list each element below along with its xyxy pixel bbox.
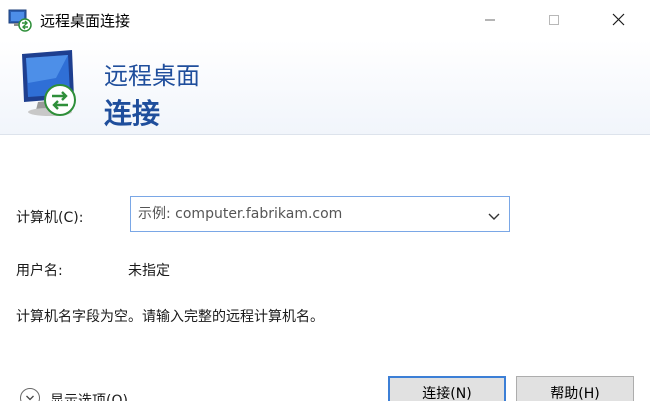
banner-title-line1: 远程桌面 [104, 62, 200, 90]
username-label: 用户名: [16, 263, 63, 279]
username-value: 未指定 [128, 263, 170, 279]
minimize-icon [484, 11, 496, 30]
monitor-connection-icon [16, 48, 86, 120]
chevron-down-icon[interactable] [487, 208, 501, 220]
maximize-icon [548, 11, 560, 30]
maximize-button[interactable] [526, 0, 582, 40]
computer-input[interactable] [131, 197, 481, 231]
close-button[interactable] [590, 0, 646, 40]
chevron-down-circle-icon [20, 388, 40, 401]
computer-label: 计算机(C): [16, 210, 84, 226]
close-icon [612, 11, 625, 30]
show-options-toggle[interactable]: 显示选项(O) [16, 384, 156, 401]
connect-button[interactable]: 连接(N) [388, 376, 506, 401]
remote-desktop-icon [8, 8, 32, 32]
show-options-label: 显示选项(O) [50, 393, 128, 401]
banner-title-line2: 连接 [104, 97, 161, 130]
header-banner [0, 40, 650, 135]
help-button[interactable]: 帮助(H) [516, 376, 634, 401]
window-title: 远程桌面连接 [40, 12, 131, 30]
title-bar[interactable]: 远程桌面连接 [0, 0, 650, 40]
computer-combobox[interactable] [130, 196, 510, 232]
validation-message: 计算机名字段为空。请输入完整的远程计算机名。 [16, 309, 324, 325]
minimize-button[interactable] [462, 0, 518, 40]
